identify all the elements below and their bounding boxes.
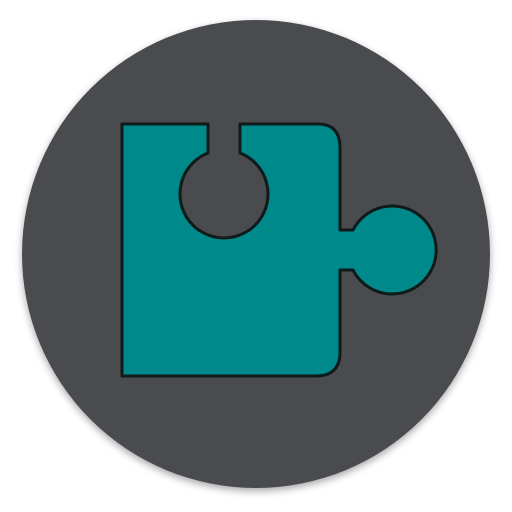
app-icon: [0, 0, 512, 512]
app-icon-svg: [22, 20, 490, 488]
